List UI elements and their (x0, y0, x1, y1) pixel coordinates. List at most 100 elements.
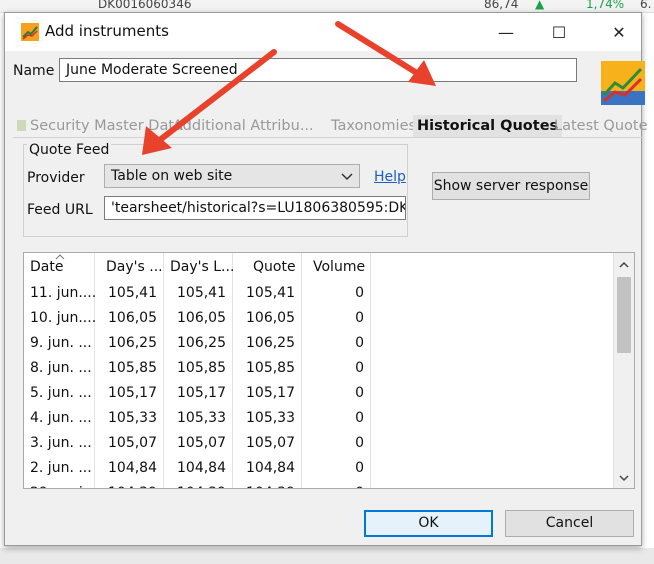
cell-days-high: 105,41 (108, 285, 157, 301)
cell-days-low: 106,25 (177, 335, 226, 351)
table-row[interactable]: 8. jun. ... 105,85 105,85 105,85 0 (24, 356, 614, 381)
sort-ascending-icon (55, 254, 65, 260)
cell-days-high: 105,85 (108, 360, 157, 376)
background-up-icon: ▲ (535, 0, 545, 11)
cell-date: 2. jun. ... (30, 460, 92, 476)
background-change: 1,74% (586, 0, 625, 11)
tab-label: Security Master Data (30, 118, 183, 134)
tab-taxonomies[interactable]: Taxonomies (331, 115, 416, 137)
cell-volume: 0 (355, 410, 364, 426)
instrument-logo-icon (601, 61, 645, 105)
background-security-code: DK0016060346 (98, 0, 192, 11)
table-row[interactable]: 4. jun. ... 105,33 105,33 105,33 0 (24, 406, 614, 431)
cell-quote: 105,41 (246, 285, 295, 301)
cell-date: 29. mai.... (30, 485, 101, 488)
document-icon (17, 120, 26, 131)
cell-quote: 106,25 (246, 335, 295, 351)
name-input[interactable]: June Moderate Screened (59, 58, 577, 82)
show-server-response-button[interactable]: Show server response (432, 172, 590, 200)
cell-days-high: 105,17 (108, 385, 157, 401)
cell-quote: 105,17 (246, 385, 295, 401)
cell-volume: 0 (355, 310, 364, 326)
cell-days-high: 105,33 (108, 410, 157, 426)
cell-days-high: 104,84 (108, 460, 157, 476)
column-header-volume[interactable]: Volume (313, 259, 365, 275)
cell-days-low: 106,05 (177, 310, 226, 326)
cell-volume: 0 (355, 435, 364, 451)
cell-date: 10. jun.... (30, 310, 97, 326)
scroll-down-icon[interactable] (618, 472, 630, 484)
app-chart-icon (21, 23, 39, 41)
historical-quotes-panel: Quote Feed Provider Table on web site He… (13, 137, 643, 493)
table-header: Date Day's ... Day's L... Quote Volume (24, 253, 614, 281)
column-header-days-low[interactable]: Day's L... (170, 259, 234, 275)
cell-volume: 0 (355, 385, 364, 401)
provider-select[interactable]: Table on web site (104, 164, 360, 188)
cell-date: 11. jun.... (30, 285, 97, 301)
add-instruments-dialog: Add instruments — ☐ ✕ Name June Moderate… (4, 12, 648, 546)
cell-days-low: 104,39 (177, 485, 226, 488)
table-row[interactable]: 29. mai.... 104,39 104,39 104,39 0 (24, 481, 614, 488)
column-header-date[interactable]: Date (30, 259, 63, 275)
cell-days-low: 105,85 (177, 360, 226, 376)
cell-days-low: 105,33 (177, 410, 226, 426)
scroll-up-icon[interactable] (618, 259, 630, 271)
cell-date: 5. jun. ... (30, 385, 92, 401)
cell-quote: 105,85 (246, 360, 295, 376)
tab-historical-quotes[interactable]: Historical Quotes (413, 115, 563, 137)
feed-url-label: Feed URL (27, 202, 93, 218)
table-row[interactable]: 2. jun. ... 104,84 104,84 104,84 0 (24, 456, 614, 481)
cell-days-low: 105,17 (177, 385, 226, 401)
quote-feed-legend: Quote Feed (27, 142, 112, 158)
cell-quote: 105,07 (246, 435, 295, 451)
background-tail: 6. (640, 0, 652, 11)
table-row[interactable]: 10. jun.... 106,05 106,05 106,05 0 (24, 306, 614, 331)
window-title: Add instruments (45, 22, 169, 40)
column-header-quote[interactable]: Quote (253, 259, 296, 275)
cell-volume: 0 (355, 285, 364, 301)
cell-quote: 106,05 (246, 310, 295, 326)
table-row[interactable]: 9. jun. ... 106,25 106,25 106,25 0 (24, 331, 614, 356)
cell-days-high: 105,07 (108, 435, 157, 451)
minimize-button[interactable]: — (483, 19, 529, 47)
cell-quote: 104,84 (246, 460, 295, 476)
provider-value: Table on web site (111, 168, 233, 184)
quotes-table[interactable]: Date Day's ... Day's L... Quote Volume 1… (23, 252, 635, 489)
cell-days-low: 105,07 (177, 435, 226, 451)
scrollbar-thumb[interactable] (617, 277, 631, 353)
cell-days-high: 106,05 (108, 310, 157, 326)
cell-quote: 105,33 (246, 410, 295, 426)
cell-days-high: 106,25 (108, 335, 157, 351)
cell-days-low: 104,84 (177, 460, 226, 476)
cancel-button[interactable]: Cancel (505, 510, 634, 537)
close-button[interactable]: ✕ (596, 19, 642, 47)
cell-volume: 0 (355, 485, 364, 488)
tab-bar: Security Master Data Additional Attribu.… (17, 115, 648, 137)
table-row[interactable]: 3. jun. ... 105,07 105,07 105,07 0 (24, 431, 614, 456)
cell-volume: 0 (355, 360, 364, 376)
cell-date: 8. jun. ... (30, 360, 92, 376)
cell-volume: 0 (355, 460, 364, 476)
title-bar[interactable]: Add instruments — ☐ ✕ (5, 13, 641, 51)
background-app-bottom (0, 548, 654, 564)
ok-button[interactable]: OK (364, 510, 493, 537)
column-header-days-high[interactable]: Day's ... (106, 259, 163, 275)
maximize-button[interactable]: ☐ (536, 19, 582, 47)
feed-url-input[interactable]: 'tearsheet/historical?s=LU1806380595:DKK (104, 196, 406, 220)
cell-date: 4. jun. ... (30, 410, 92, 426)
vertical-scrollbar[interactable] (613, 253, 634, 488)
cell-quote: 104,39 (246, 485, 295, 488)
provider-label: Provider (27, 170, 85, 186)
name-label: Name (13, 63, 55, 79)
cell-date: 9. jun. ... (30, 335, 92, 351)
background-value: 86,74 (484, 0, 519, 11)
table-row[interactable]: 11. jun.... 105,41 105,41 105,41 0 (24, 281, 614, 306)
tab-latest-quote[interactable]: Latest Quote (554, 115, 648, 137)
table-row[interactable]: 5. jun. ... 105,17 105,17 105,17 0 (24, 381, 614, 406)
cell-volume: 0 (355, 335, 364, 351)
help-link[interactable]: Help (374, 169, 406, 185)
cell-days-high: 104,39 (108, 485, 157, 488)
cell-date: 3. jun. ... (30, 435, 92, 451)
tab-security-master-data[interactable]: Security Master Data (17, 115, 183, 137)
tab-additional-attributes[interactable]: Additional Attribu... (173, 115, 314, 137)
